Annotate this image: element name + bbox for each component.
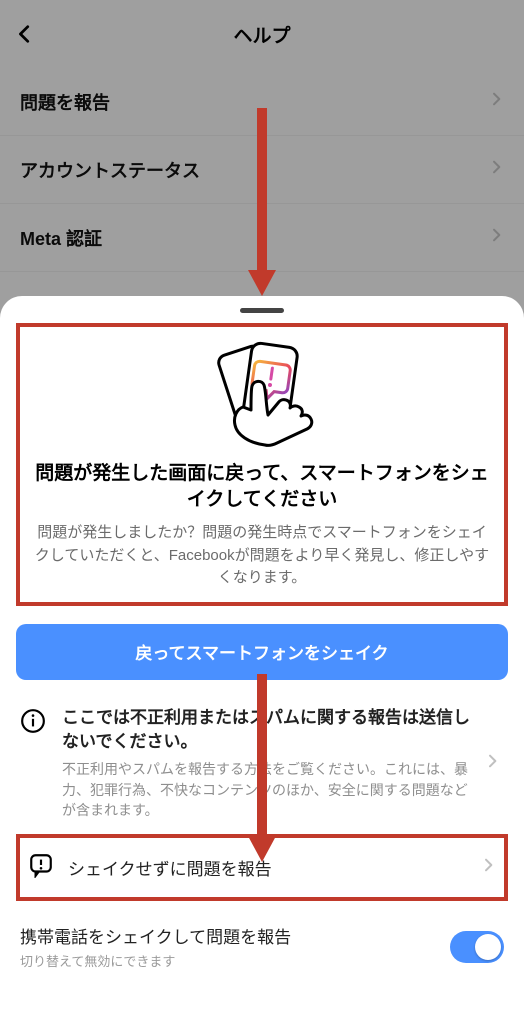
report-without-shake-row[interactable]: シェイクせずに問題を報告 xyxy=(16,834,508,901)
sheet-grabber[interactable] xyxy=(240,308,284,313)
info-icon xyxy=(20,706,48,739)
sheet-description: 問題が発生しましたか？問題の発生時点でスマートフォンをシェイクしていただくと、F… xyxy=(26,522,498,590)
bottom-sheet: 問題が発生した画面に戻って、スマートフォンをシェイクしてください 問題が発生しま… xyxy=(0,296,524,1024)
sheet-title: 問題が発生した画面に戻って、スマートフォンをシェイクしてください xyxy=(30,461,494,512)
info-title: ここでは不正利用またはスパムに関する報告は送信しないでください。 xyxy=(62,706,470,754)
hero-highlight-box: 問題が発生した画面に戻って、スマートフォンをシェイクしてください 問題が発生しま… xyxy=(16,323,508,606)
shake-to-report-toggle-row: 携帯電話をシェイクして問題を報告 切り替えて無効にできます xyxy=(16,923,508,970)
chevron-right-icon xyxy=(484,753,504,774)
info-description: 不正利用やスパムを報告する方法をご覧ください。これには、暴力、犯罪行為、不快なコ… xyxy=(62,759,470,820)
report-icon xyxy=(28,852,54,883)
shake-phone-illustration-icon xyxy=(187,337,337,451)
abuse-spam-notice[interactable]: ここでは不正利用またはスパムに関する報告は送信しないでください。 不正利用やスパ… xyxy=(16,706,508,820)
report-without-shake-label: シェイクせずに問題を報告 xyxy=(68,855,466,880)
toggle-title: 携帯電話をシェイクして問題を報告 xyxy=(20,923,450,948)
go-back-shake-button[interactable]: 戻ってスマートフォンをシェイク xyxy=(16,624,508,680)
toggle-subtitle: 切り替えて無効にできます xyxy=(20,951,450,970)
chevron-right-icon xyxy=(480,857,496,878)
shake-toggle-switch[interactable] xyxy=(450,931,504,963)
